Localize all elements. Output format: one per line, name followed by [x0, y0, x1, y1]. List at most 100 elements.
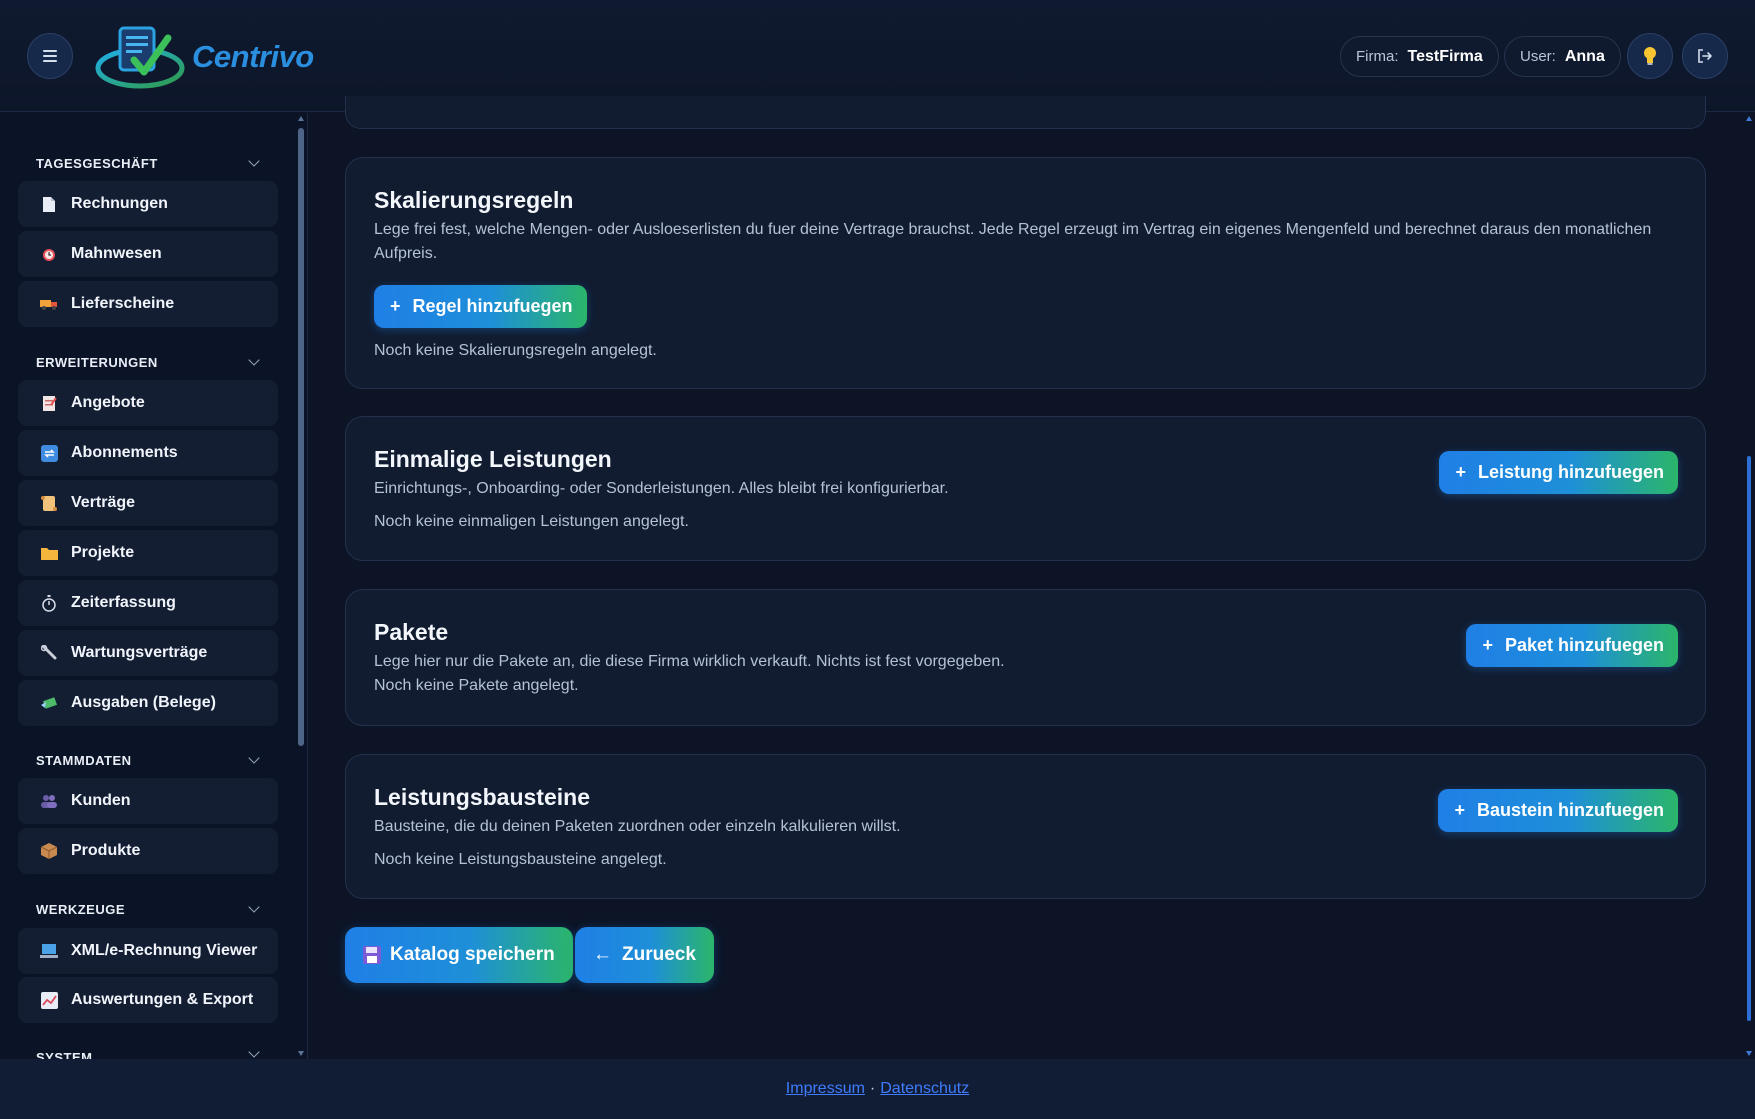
empty-state-text: Noch keine Skalierungsregeln angelegt. [374, 342, 657, 359]
add-service-button[interactable]: + Leistung hinzufuegen [1439, 451, 1678, 494]
plus-icon: + [1454, 800, 1465, 820]
user-badge[interactable]: User: Anna [1504, 36, 1621, 77]
sidebar-item-abonnements[interactable]: Abonnements [18, 430, 278, 476]
sidebar-item-label: Lieferscheine [71, 295, 175, 312]
sidebar-item-ausgaben[interactable]: Ausgaben (Belege) [18, 680, 278, 726]
arrow-left-icon: ← [593, 944, 612, 965]
sidebar-item-label: Auswertungen & Export [71, 991, 254, 1008]
hamburger-icon [43, 50, 57, 62]
empty-state-text: Noch keine Pakete angelegt. [374, 677, 579, 694]
firma-label: Firma: [1356, 48, 1399, 65]
sidebar-item-label: Zeiterfassung [71, 594, 176, 611]
section-title: ERWEITERUNGEN [36, 354, 158, 370]
truck-icon [40, 295, 58, 313]
plus-icon: + [1455, 462, 1466, 482]
folder-icon [40, 544, 58, 562]
button-label: Paket hinzufuegen [1504, 635, 1664, 655]
firma-value: TestFirma [1407, 47, 1483, 65]
sidebar-item-label: Mahnwesen [71, 245, 162, 262]
sidebar-item-lieferscheine[interactable]: Lieferscheine [18, 281, 278, 327]
sidebar-item-mahnwesen[interactable]: Mahnwesen [18, 231, 278, 277]
add-building-block-button[interactable]: + Baustein hinzufuegen [1438, 789, 1678, 832]
main-scrollbar[interactable] [1747, 456, 1751, 1021]
plus-icon: + [1482, 635, 1493, 655]
empty-state-text: Noch keine Leistungsbausteine angelegt. [374, 851, 667, 868]
impressum-link[interactable]: Impressum [786, 1080, 865, 1098]
firma-badge[interactable]: Firma: TestFirma [1340, 36, 1499, 77]
previous-card-bottom [345, 96, 1706, 129]
sidebar-item-rechnungen[interactable]: Rechnungen [18, 181, 278, 227]
section-title: SYSTEM [36, 1050, 93, 1059]
sidebar-item-label: XML/e-Rechnung Viewer [71, 942, 258, 959]
scroll-icon [40, 494, 58, 512]
section-erweiterungen[interactable]: ERWEITERUNGEN [36, 352, 260, 372]
logo-mark-icon [95, 26, 185, 89]
chevron-down-icon [248, 154, 260, 167]
sidebar-scrollbar[interactable] [298, 128, 304, 746]
sidebar-item-zeiterfassung[interactable]: Zeiterfassung [18, 580, 278, 626]
chevron-down-icon [248, 900, 260, 913]
leistungsbausteine-card: Leistungsbausteine Bausteine, die du dei… [345, 754, 1706, 899]
section-system[interactable]: SYSTEM [36, 1050, 260, 1059]
card-title: Leistungsbausteine [374, 784, 590, 810]
chevron-down-icon [248, 353, 260, 366]
users-icon [40, 792, 58, 810]
card-title: Pakete [374, 619, 449, 645]
card-description: Lege frei fest, welche Mengen- oder Ausl… [374, 221, 1652, 262]
chevron-down-icon [248, 1050, 260, 1058]
main-scroll-up[interactable] [1746, 116, 1752, 121]
menu-toggle-button[interactable] [27, 33, 73, 79]
section-title: STAMMDATEN [36, 752, 132, 768]
sidebar-item-label: Abonnements [71, 444, 178, 461]
card-description: Einrichtungs-, Onboarding- oder Sonderle… [374, 480, 949, 497]
back-button[interactable]: ← Zurueck [575, 927, 714, 983]
logout-button[interactable] [1682, 33, 1728, 79]
sidebar-scroll-down[interactable] [298, 1051, 304, 1056]
sidebar-item-xml-viewer[interactable]: XML/e-Rechnung Viewer [18, 928, 278, 974]
sidebar-item-angebote[interactable]: Angebote [18, 380, 278, 426]
add-package-button[interactable]: + Paket hinzufuegen [1466, 624, 1678, 667]
save-catalog-button[interactable]: Katalog speichern [345, 927, 573, 983]
sidebar-item-label: Wartungsverträge [71, 644, 208, 661]
footer-separator: · [869, 1080, 876, 1097]
memo-icon [40, 394, 58, 412]
sidebar-item-kunden[interactable]: Kunden [18, 778, 278, 824]
alarm-clock-icon [40, 245, 58, 263]
card-description: Lege hier nur die Pakete an, die diese F… [374, 653, 1005, 670]
document-icon [40, 195, 58, 213]
chevron-down-icon [248, 751, 260, 764]
lightbulb-icon [1644, 47, 1656, 65]
chart-increasing-icon [40, 991, 58, 1009]
brand-logo[interactable]: Centrivo [94, 20, 324, 94]
wrench-icon [40, 644, 58, 662]
sidebar-scroll-up[interactable] [298, 116, 304, 121]
add-rule-button[interactable]: + Regel hinzufuegen [374, 285, 587, 328]
sidebar-item-wartungsvertraege[interactable]: Wartungsverträge [18, 630, 278, 676]
skalierungsregeln-card: Skalierungsregeln Lege frei fest, welche… [345, 157, 1706, 389]
main-scroll-down[interactable] [1746, 1051, 1752, 1056]
sidebar-item-label: Kunden [71, 792, 131, 809]
sidebar-item-produkte[interactable]: Produkte [18, 828, 278, 874]
section-tagesgeschaeft[interactable]: TAGESGESCHÄFT [36, 153, 260, 173]
card-description: Bausteine, die du deinen Paketen zuordne… [374, 818, 901, 835]
datenschutz-link[interactable]: Datenschutz [880, 1080, 969, 1098]
section-werkzeuge[interactable]: WERKZEUGE [36, 899, 260, 919]
section-title: TAGESGESCHÄFT [36, 155, 158, 171]
footer: Impressum · Datenschutz [0, 1059, 1755, 1119]
button-label: Regel hinzufuegen [412, 296, 573, 316]
sidebar-item-auswertungen[interactable]: Auswertungen & Export [18, 977, 278, 1023]
plus-icon: + [390, 296, 401, 316]
einmalige-leistungen-card: Einmalige Leistungen Einrichtungs-, Onbo… [345, 416, 1706, 561]
pakete-card: Pakete Lege hier nur die Pakete an, die … [345, 589, 1706, 726]
section-stammdaten[interactable]: STAMMDATEN [36, 750, 260, 770]
sidebar-item-vertraege[interactable]: Verträge [18, 480, 278, 526]
theme-toggle-button[interactable] [1627, 33, 1673, 79]
sidebar-item-label: Rechnungen [71, 195, 168, 212]
button-label: Baustein hinzufuegen [1476, 800, 1664, 820]
repeat-icon [40, 444, 58, 462]
logout-icon [1698, 49, 1712, 63]
button-label: Leistung hinzufuegen [1478, 462, 1664, 482]
sidebar-item-projekte[interactable]: Projekte [18, 530, 278, 576]
stopwatch-icon [40, 594, 58, 612]
section-title: WERKZEUGE [36, 901, 125, 917]
